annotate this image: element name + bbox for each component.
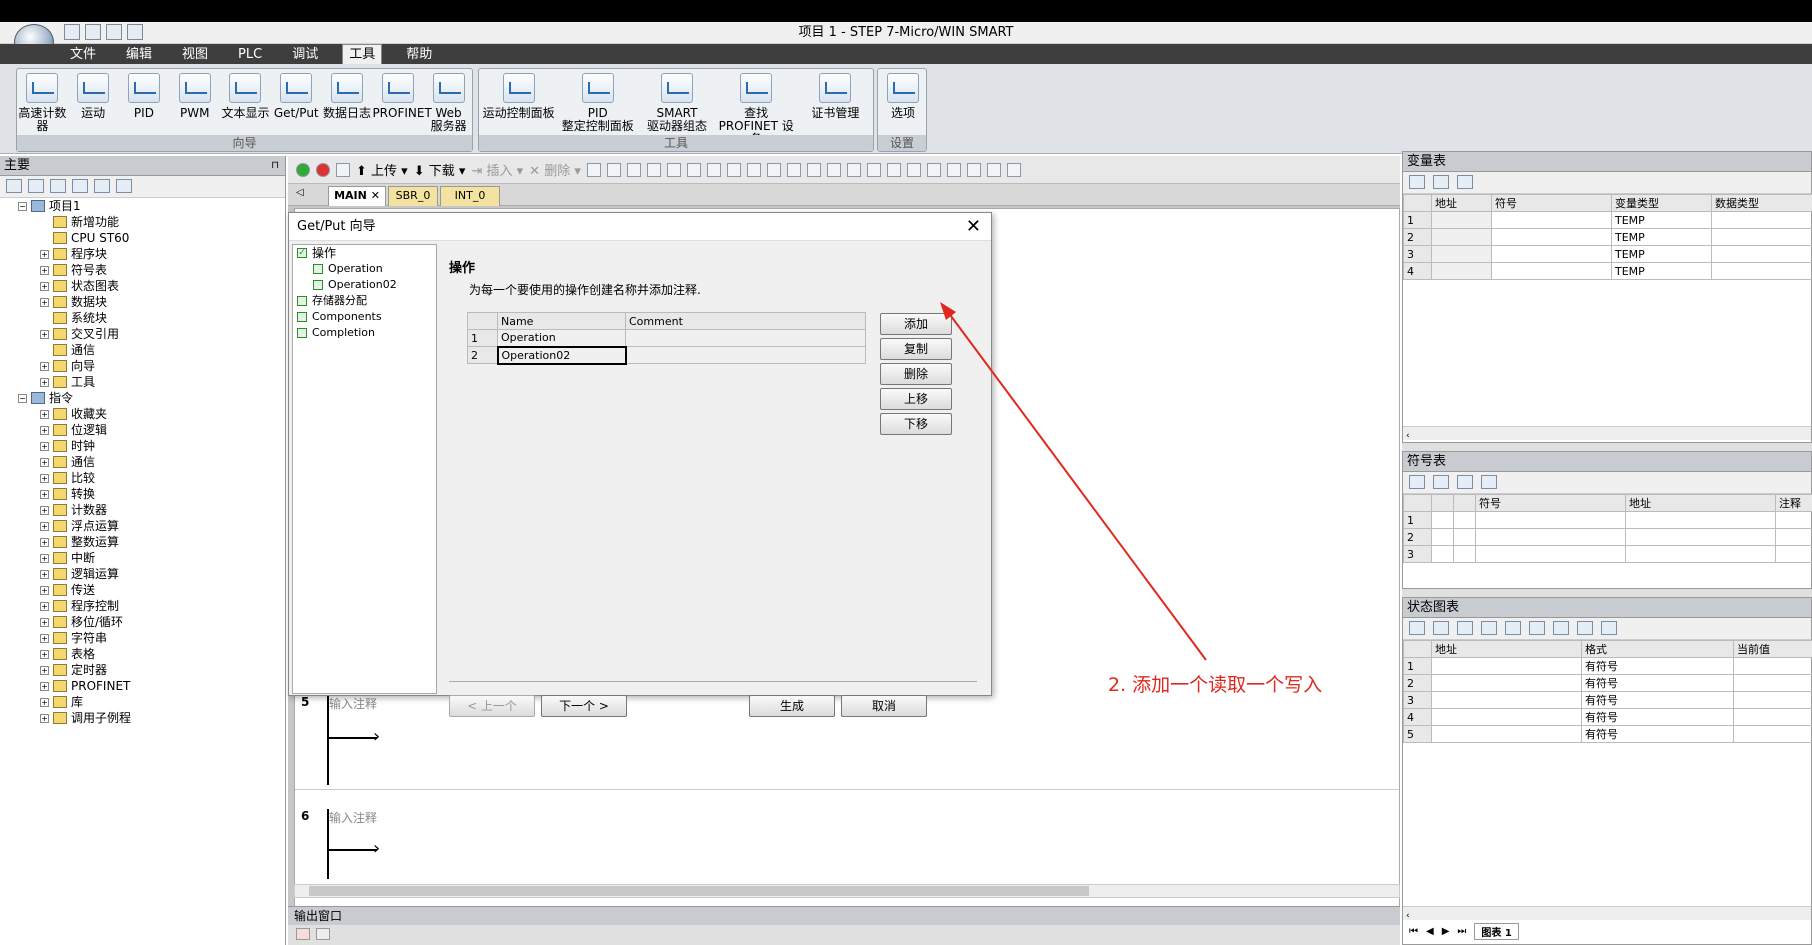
arrow-head (940, 302, 956, 320)
arrow-line (947, 311, 1207, 661)
annotation-arrow (940, 302, 1207, 661)
annotation-text: 2. 添加一个读取一个写入 (1108, 674, 1323, 696)
